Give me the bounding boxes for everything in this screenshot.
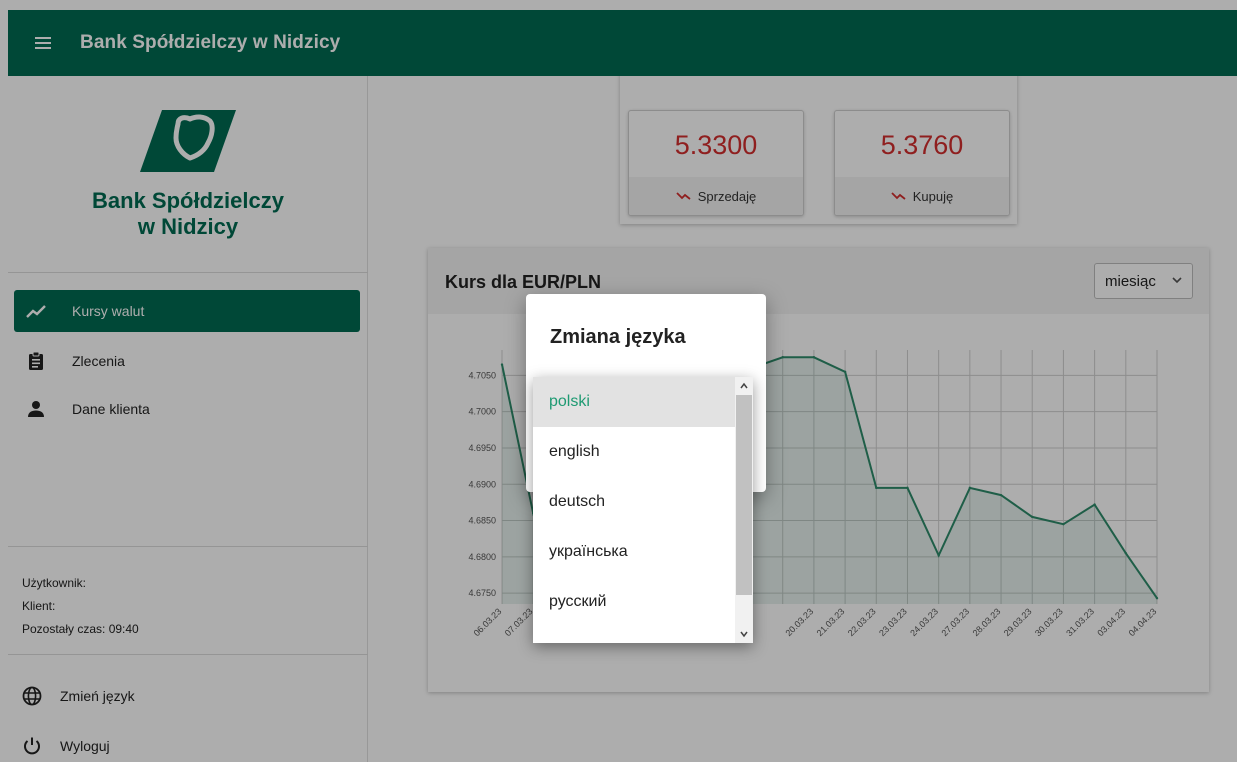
language-option-polski[interactable]: polski xyxy=(533,377,735,427)
chevron-up-icon xyxy=(740,382,748,389)
language-option-russian[interactable]: русский xyxy=(533,577,735,627)
app-root: Bank Spółdzielczy w Nidzicy Bank Spółdzi… xyxy=(0,0,1237,762)
scroll-thumb[interactable] xyxy=(736,395,752,595)
language-dropdown[interactable]: polski english deutsch українська русски… xyxy=(533,377,753,643)
language-option-english[interactable]: english xyxy=(533,427,735,477)
language-option-deutsch[interactable]: deutsch xyxy=(533,477,735,527)
language-option-ukrainian[interactable]: українська xyxy=(533,527,735,577)
dialog-title: Zmiana języka xyxy=(550,326,686,348)
dropdown-scrollbar[interactable] xyxy=(735,377,753,643)
scroll-down-button[interactable] xyxy=(735,625,753,643)
chevron-down-icon xyxy=(740,631,748,638)
scroll-up-button[interactable] xyxy=(735,377,753,395)
